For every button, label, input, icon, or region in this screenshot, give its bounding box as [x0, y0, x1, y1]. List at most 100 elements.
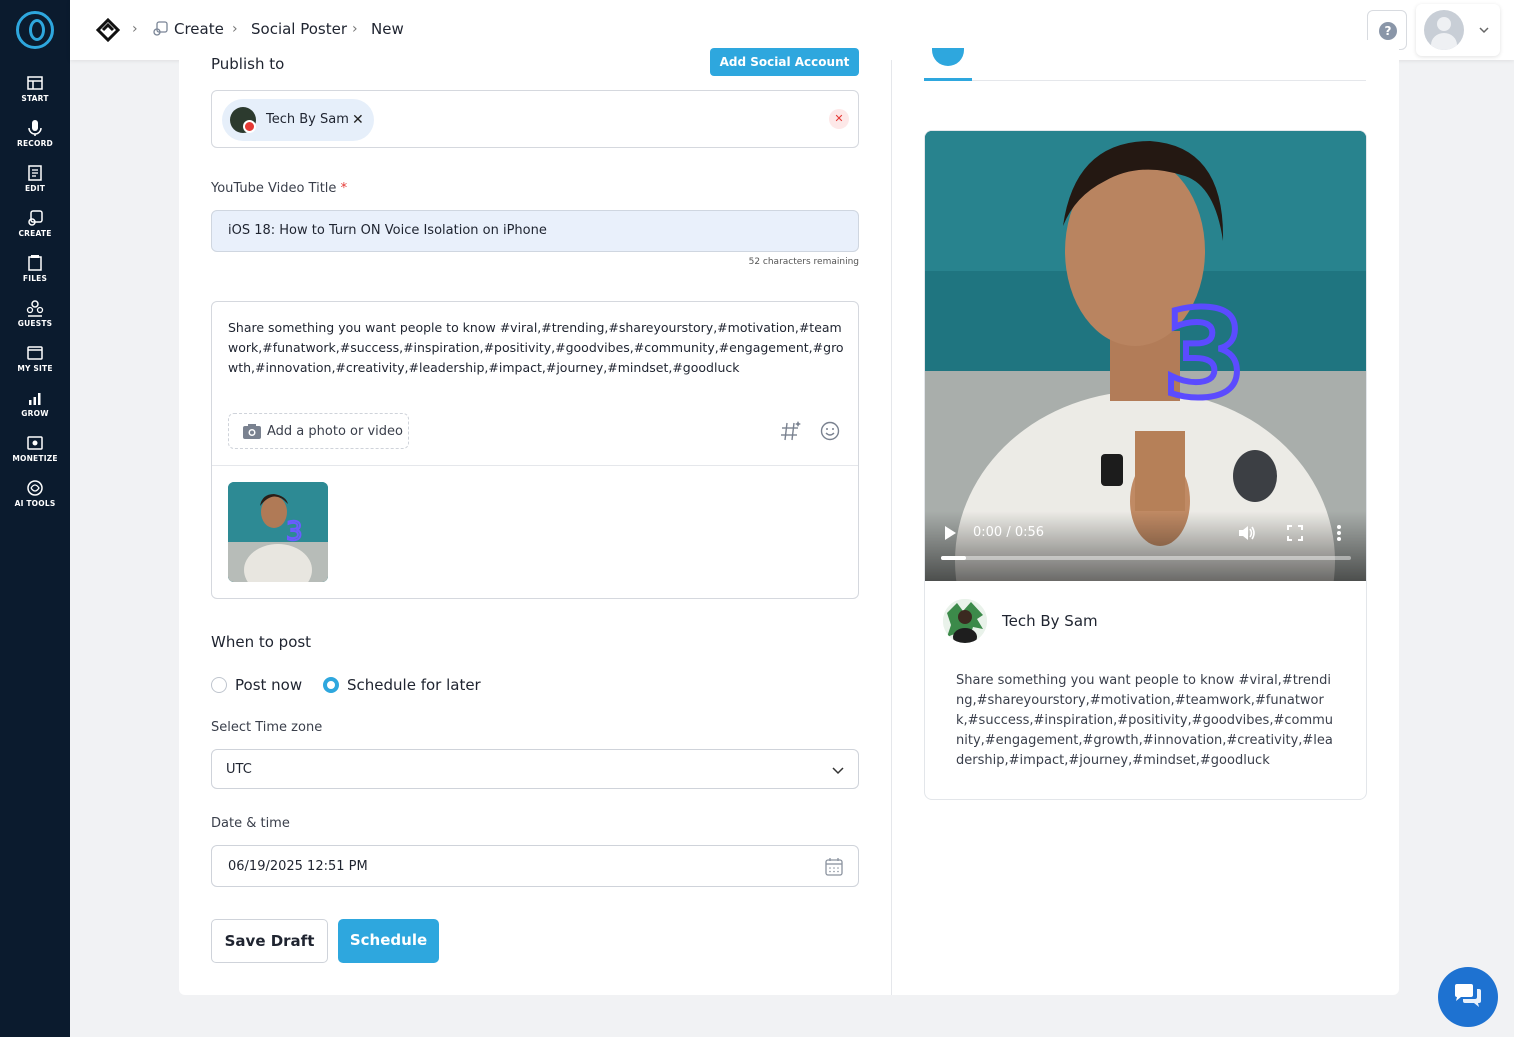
account-chip: Tech By Sam ✕	[222, 99, 374, 141]
timezone-select[interactable]: UTC	[211, 749, 859, 789]
microphone-icon	[28, 120, 42, 136]
chevron-down-icon	[832, 767, 844, 775]
add-social-account-button[interactable]: Add Social Account	[710, 48, 859, 76]
sidebar-item-my-site[interactable]: MY SITE	[0, 344, 70, 384]
post-now-label[interactable]: Post now	[235, 676, 302, 694]
preview-account-name: Tech By Sam	[1002, 612, 1098, 630]
sidebar-item-label: CREATE	[18, 229, 52, 238]
sidebar-item-label: START	[21, 94, 49, 103]
preview-description: Share something you want people to know …	[956, 673, 1334, 768]
video-progress-bar[interactable]	[941, 556, 1351, 560]
breadcrumb-social-poster[interactable]: Social Poster	[251, 20, 347, 38]
youtube-icon	[243, 120, 256, 133]
chat-icon	[1455, 984, 1481, 1007]
sidebar-item-record[interactable]: RECORD	[0, 119, 70, 159]
timezone-value: UTC	[226, 762, 252, 777]
avatar	[1424, 10, 1464, 50]
svg-text:3: 3	[1163, 286, 1247, 425]
app-logo-icon[interactable]	[16, 11, 54, 49]
account-chip-label: Tech By Sam	[266, 112, 349, 127]
edit-icon	[28, 165, 42, 181]
sidebar-item-create[interactable]: CREATE	[0, 209, 70, 249]
sidebar-item-files[interactable]: FILES	[0, 254, 70, 294]
tab-youtube-preview[interactable]	[924, 48, 972, 81]
files-icon	[28, 255, 42, 271]
sidebar-item-label: RECORD	[17, 139, 53, 148]
volume-icon[interactable]	[1238, 524, 1256, 542]
timezone-label: Select Time zone	[211, 720, 323, 735]
create-icon	[153, 21, 168, 36]
guests-icon	[26, 300, 44, 317]
datetime-value: 06/19/2025 12:51 PM	[228, 859, 368, 874]
chevron-down-icon	[1479, 27, 1489, 34]
sidebar-item-guests[interactable]: GUESTS	[0, 299, 70, 339]
remove-chip-icon[interactable]: ✕	[352, 112, 364, 128]
video-title-label-text: YouTube Video Title	[211, 181, 337, 196]
add-photo-video-button[interactable]: Add a photo or video	[228, 413, 409, 449]
schedule-later-label[interactable]: Schedule for later	[347, 676, 481, 694]
publish-to-title: Publish to	[211, 55, 285, 73]
calendar-icon[interactable]	[824, 857, 844, 877]
description-textarea[interactable]: Share something you want people to know …	[228, 318, 844, 378]
video-progress-fill	[941, 556, 966, 560]
play-icon[interactable]	[943, 525, 957, 541]
description-editor: Share something you want people to know …	[211, 301, 859, 599]
video-title-input[interactable]: iOS 18: How to Turn ON Voice Isolation o…	[211, 210, 859, 252]
thumbnail-image: 3	[228, 482, 328, 582]
my-site-icon	[27, 346, 43, 360]
ai-tools-icon	[27, 480, 43, 496]
sidebar-item-label: AI TOOLS	[14, 499, 56, 508]
video-controls	[925, 511, 1366, 581]
panel-divider	[891, 60, 892, 995]
more-options-icon[interactable]	[1336, 524, 1342, 542]
chevron-right-icon: ›	[352, 21, 358, 37]
breadcrumb-new: New	[371, 20, 404, 38]
account-avatar-image	[943, 599, 987, 643]
sidebar-item-label: MY SITE	[17, 364, 53, 373]
monetize-icon	[27, 436, 43, 450]
media-thumbnail[interactable]: 3	[228, 482, 328, 582]
chevron-right-icon: ›	[232, 21, 238, 37]
breadcrumb-create[interactable]: Create	[174, 20, 224, 38]
video-time: 0:00 / 0:56	[973, 525, 1045, 540]
when-to-post-title: When to post	[211, 633, 312, 651]
sidebar-item-monetize[interactable]: MONETIZE	[0, 434, 70, 474]
characters-remaining: 52 characters remaining	[748, 257, 859, 267]
datetime-input[interactable]: 06/19/2025 12:51 PM	[211, 845, 859, 887]
add-photo-video-label: Add a photo or video	[267, 424, 403, 439]
emoji-icon[interactable]	[820, 421, 840, 441]
sidebar-item-label: GUESTS	[17, 319, 53, 328]
schedule-button[interactable]: Schedule	[338, 919, 439, 963]
sidebar-item-label: GROW	[21, 409, 49, 418]
chat-support-button[interactable]	[1438, 967, 1498, 1027]
brand-mark-icon[interactable]	[96, 18, 120, 42]
start-icon	[27, 76, 43, 90]
required-mark: *	[340, 181, 348, 196]
video-player[interactable]: 3 0:00 / 0:56	[925, 131, 1366, 581]
preview-card: 3 0:00 / 0:56 Tech By Sam Share somethin…	[924, 130, 1367, 800]
create-icon	[28, 210, 43, 226]
fullscreen-icon[interactable]	[1287, 525, 1303, 541]
sidebar-item-start[interactable]: START	[0, 74, 70, 114]
save-draft-button[interactable]: Save Draft	[211, 919, 328, 963]
hashtag-icon[interactable]	[780, 420, 802, 442]
clear-accounts-icon[interactable]: ✕	[829, 109, 849, 129]
question-icon: ?	[1379, 22, 1397, 40]
sidebar-item-grow[interactable]: GROW	[0, 389, 70, 429]
sidebar-item-ai-tools[interactable]: AI TOOLS	[0, 479, 70, 519]
preview-tabs	[924, 48, 1366, 81]
grow-icon	[29, 393, 41, 405]
camera-icon	[243, 424, 261, 439]
sidebar-item-label: FILES	[22, 274, 48, 283]
svg-text:3: 3	[286, 517, 303, 547]
sidebar-item-label: EDIT	[24, 184, 46, 193]
profile-menu-button[interactable]	[1416, 4, 1500, 56]
sidebar-item-label: MONETIZE	[12, 454, 58, 463]
sidebar-item-edit[interactable]: EDIT	[0, 164, 70, 204]
radio-schedule-later[interactable]	[323, 677, 339, 693]
chevron-right-icon: ›	[132, 21, 138, 37]
datetime-label: Date & time	[211, 816, 290, 831]
editor-divider	[212, 465, 858, 466]
publish-accounts-field[interactable]: Tech By Sam ✕ ✕	[211, 90, 859, 148]
radio-post-now[interactable]	[211, 677, 227, 693]
